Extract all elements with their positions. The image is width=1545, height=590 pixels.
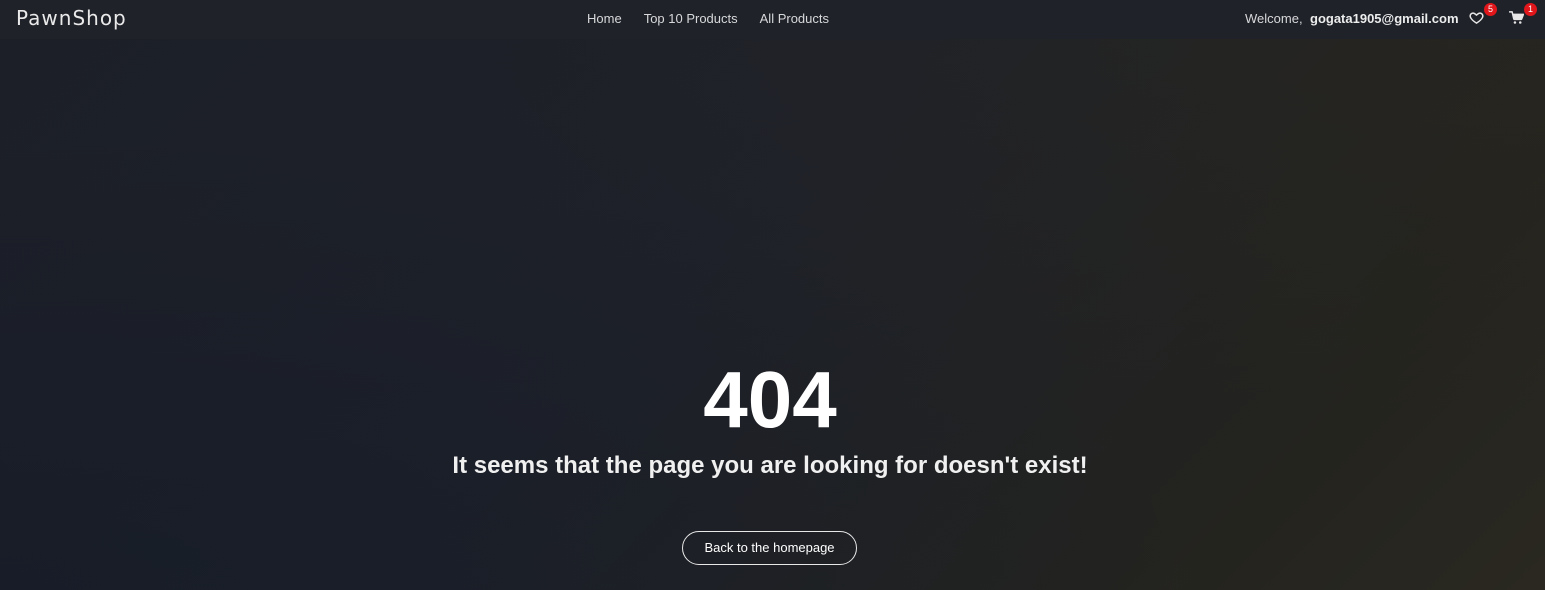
top-navbar: PawnShop Home Top 10 Products All Produc… [0, 0, 1545, 39]
welcome-label: Welcome, [1245, 11, 1303, 26]
cart-button[interactable]: 1 [1509, 3, 1537, 28]
nav-links: Home Top 10 Products All Products [587, 11, 851, 26]
nav-link-home[interactable]: Home [587, 11, 622, 26]
wishlist-count-badge: 5 [1484, 3, 1497, 16]
back-to-homepage-button[interactable]: Back to the homepage [682, 531, 857, 565]
error-message: It seems that the page you are looking f… [452, 452, 1088, 479]
brand-logo[interactable]: PawnShop [16, 6, 127, 30]
error-code: 404 [703, 355, 837, 444]
nav-link-top-10-products[interactable]: Top 10 Products [644, 11, 738, 26]
cart-icon [1509, 11, 1524, 24]
wishlist-button[interactable]: 5 [1469, 3, 1497, 28]
user-email[interactable]: gogata1905@gmail.com [1310, 11, 1459, 26]
nav-link-all-products[interactable]: All Products [760, 11, 829, 26]
cart-count-badge: 1 [1524, 3, 1537, 16]
heart-icon [1469, 12, 1484, 24]
